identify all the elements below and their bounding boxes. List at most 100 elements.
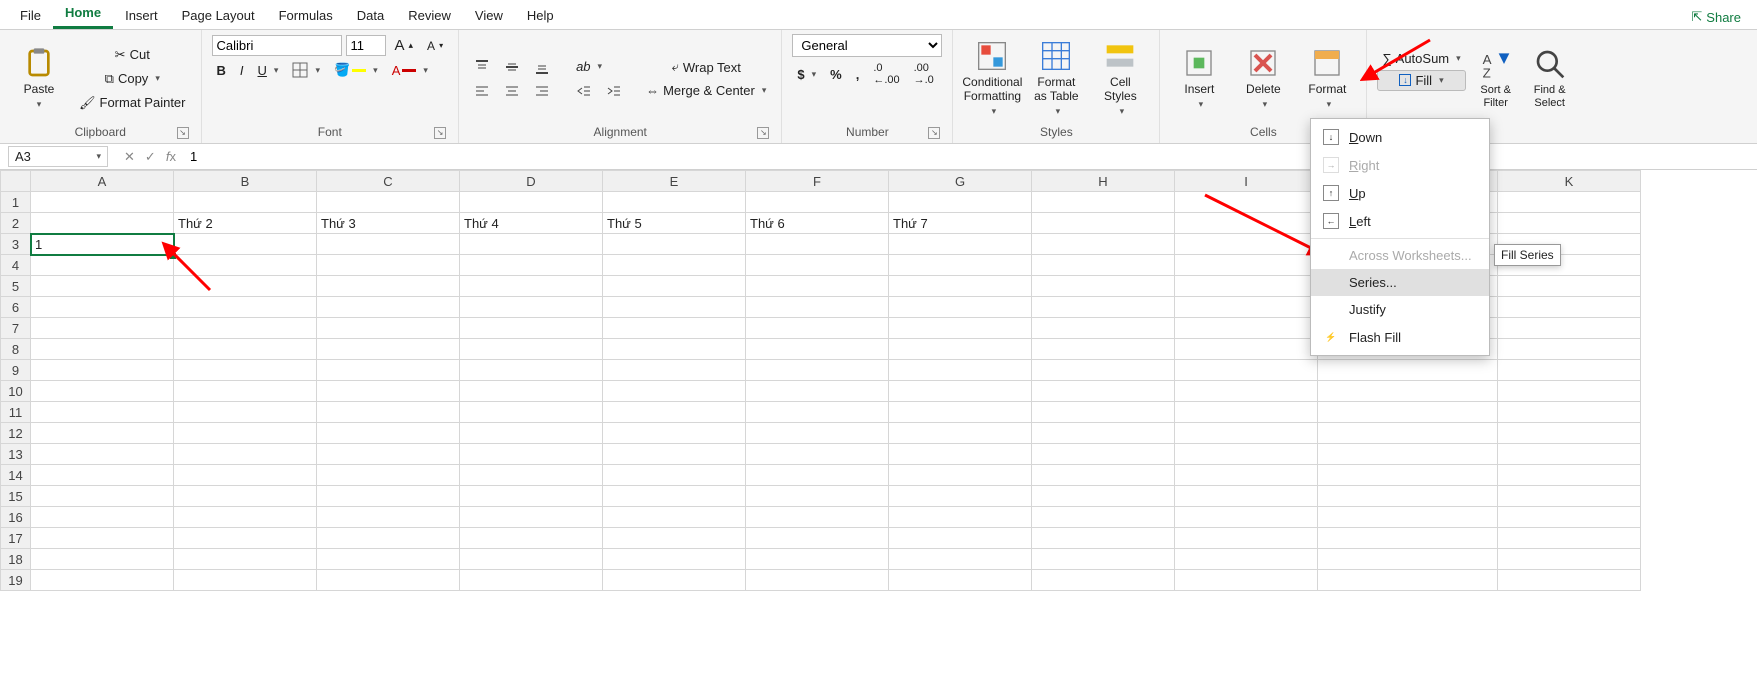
cell[interactable] [889, 444, 1032, 465]
font-size-combo[interactable] [346, 35, 386, 56]
cell[interactable] [1175, 402, 1318, 423]
italic-button[interactable]: I [235, 60, 249, 81]
cell[interactable] [1032, 423, 1175, 444]
cell[interactable] [1032, 255, 1175, 276]
cut-button[interactable]: ✂ Cut [74, 44, 191, 66]
cell[interactable] [1032, 339, 1175, 360]
cell[interactable] [1175, 276, 1318, 297]
cell[interactable] [603, 528, 746, 549]
cell[interactable] [889, 297, 1032, 318]
cell[interactable] [746, 276, 889, 297]
cell[interactable] [746, 360, 889, 381]
fill-up-item[interactable]: ↑ Up [1311, 179, 1489, 207]
cell[interactable] [174, 486, 317, 507]
row-header[interactable]: 16 [1, 507, 31, 528]
insert-cells-button[interactable]: Insert [1170, 42, 1228, 115]
cell[interactable] [1318, 465, 1498, 486]
cell[interactable] [317, 423, 460, 444]
cell[interactable] [317, 570, 460, 591]
cell[interactable] [174, 528, 317, 549]
row-header[interactable]: 14 [1, 465, 31, 486]
cell[interactable] [746, 297, 889, 318]
cell[interactable] [460, 276, 603, 297]
cell[interactable] [1498, 318, 1641, 339]
row-header[interactable]: 6 [1, 297, 31, 318]
dialog-launcher-icon[interactable]: ↘ [434, 127, 446, 139]
cell[interactable] [317, 297, 460, 318]
cell[interactable] [746, 192, 889, 213]
cell[interactable] [31, 402, 174, 423]
cell[interactable] [1318, 507, 1498, 528]
cell[interactable] [1032, 297, 1175, 318]
tab-view[interactable]: View [463, 2, 515, 29]
cell[interactable] [603, 339, 746, 360]
cell[interactable] [1175, 444, 1318, 465]
cell[interactable] [174, 381, 317, 402]
cell[interactable] [1318, 402, 1498, 423]
formula-input[interactable] [184, 147, 1757, 166]
cell[interactable] [889, 234, 1032, 255]
cell[interactable] [31, 549, 174, 570]
cell[interactable] [603, 507, 746, 528]
cell[interactable] [889, 360, 1032, 381]
cell-styles-button[interactable]: Cell Styles [1091, 35, 1149, 121]
cell[interactable]: Thứ 7 [889, 213, 1032, 234]
cell[interactable] [317, 507, 460, 528]
cell[interactable] [460, 402, 603, 423]
cell[interactable] [317, 381, 460, 402]
cell[interactable] [174, 444, 317, 465]
cell[interactable] [1498, 360, 1641, 381]
cell[interactable] [31, 192, 174, 213]
fill-series-item[interactable]: Series... [1311, 269, 1489, 296]
cell[interactable] [1175, 486, 1318, 507]
cell[interactable] [1175, 549, 1318, 570]
row-header[interactable]: 2 [1, 213, 31, 234]
tab-file[interactable]: File [8, 2, 53, 29]
cell[interactable] [889, 339, 1032, 360]
cell[interactable] [1032, 528, 1175, 549]
cell[interactable] [1032, 549, 1175, 570]
row-header[interactable]: 17 [1, 528, 31, 549]
wrap-text-button[interactable]: ⤶ Wrap Text [641, 56, 771, 78]
cell[interactable] [174, 297, 317, 318]
cell[interactable] [317, 486, 460, 507]
cell[interactable] [460, 192, 603, 213]
cell[interactable] [460, 528, 603, 549]
row-header[interactable]: 10 [1, 381, 31, 402]
cell[interactable] [317, 549, 460, 570]
cell[interactable] [31, 360, 174, 381]
cell[interactable] [1032, 486, 1175, 507]
delete-cells-button[interactable]: Delete [1234, 42, 1292, 115]
cell[interactable] [603, 255, 746, 276]
comma-button[interactable]: , [851, 64, 865, 85]
cell[interactable] [746, 570, 889, 591]
cell[interactable] [460, 423, 603, 444]
cell[interactable] [1032, 570, 1175, 591]
col-header[interactable]: B [174, 171, 317, 192]
cell[interactable] [1318, 570, 1498, 591]
conditional-formatting-button[interactable]: Conditional Formatting [963, 35, 1021, 121]
percent-button[interactable]: % [825, 64, 847, 85]
cell[interactable] [603, 549, 746, 570]
format-painter-button[interactable]: 🖌 Format Painter [74, 92, 191, 114]
row-header[interactable]: 7 [1, 318, 31, 339]
cell[interactable]: Thứ 6 [746, 213, 889, 234]
cell[interactable] [1318, 360, 1498, 381]
cell[interactable] [31, 213, 174, 234]
cell[interactable] [746, 528, 889, 549]
row-header[interactable]: 5 [1, 276, 31, 297]
cell[interactable] [317, 255, 460, 276]
cell[interactable] [746, 402, 889, 423]
cell[interactable] [1032, 402, 1175, 423]
cell[interactable] [1032, 444, 1175, 465]
cell[interactable] [1318, 486, 1498, 507]
cell[interactable] [174, 339, 317, 360]
format-as-table-button[interactable]: Format as Table [1027, 35, 1085, 121]
cell[interactable] [1498, 528, 1641, 549]
cell[interactable] [889, 570, 1032, 591]
row-header[interactable]: 11 [1, 402, 31, 423]
col-header[interactable]: A [31, 171, 174, 192]
cell[interactable] [1175, 528, 1318, 549]
cell[interactable] [31, 318, 174, 339]
align-bottom-button[interactable] [529, 56, 555, 78]
